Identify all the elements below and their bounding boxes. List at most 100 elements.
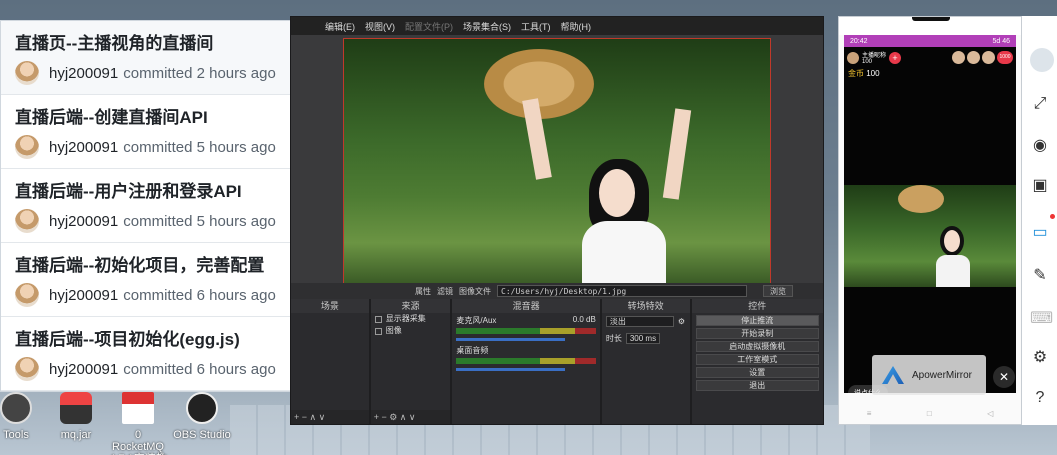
menu-help[interactable]: 帮助(H): [561, 20, 592, 33]
commit-title[interactable]: 直播后端--项目初始化(egg.js): [15, 329, 317, 351]
home-icon[interactable]: □: [927, 409, 932, 423]
menu-icon[interactable]: ≡: [867, 409, 872, 423]
obs-icon: [186, 392, 218, 424]
commit-item[interactable]: 直播后端--创建直播间API hyj200091 committed 5 hou…: [1, 95, 317, 169]
arm: [662, 108, 692, 200]
commit-time: committed 6 hours ago: [123, 360, 276, 378]
phone-top-bar: [839, 17, 1021, 35]
volume-slider[interactable]: [456, 338, 566, 341]
menu-scene-collection[interactable]: 场景集合(S): [463, 20, 511, 33]
commit-item[interactable]: 直播后端--项目初始化(egg.js) hyj200091 committed …: [1, 317, 317, 391]
start-virtual-camera-button[interactable]: 启动虚拟摄像机: [695, 341, 820, 352]
commit-title[interactable]: 直播后端--初始化项目，完善配置: [15, 255, 317, 277]
commit-author[interactable]: hyj200091: [49, 213, 118, 230]
settings-button[interactable]: 设置: [695, 367, 820, 378]
commit-title[interactable]: 直播后端--创建直播间API: [15, 107, 317, 129]
desktop-icon-label: mq.jar: [60, 429, 92, 441]
properties-button[interactable]: 属性: [415, 286, 431, 297]
commit-time: committed 2 hours ago: [123, 64, 276, 82]
commit-author[interactable]: hyj200091: [49, 65, 118, 82]
fullscreen-icon[interactable]: ⤢: [1030, 94, 1050, 114]
close-icon[interactable]: ✕: [993, 366, 1015, 388]
gear-icon[interactable]: ⚙: [678, 317, 685, 326]
commit-title[interactable]: 直播页--主播视角的直播间: [15, 33, 317, 55]
dock-title: 来源: [370, 299, 451, 313]
volume-slider[interactable]: [456, 368, 566, 371]
dock-title: 混音器: [452, 299, 600, 313]
back-icon[interactable]: ◁: [987, 409, 993, 423]
commit-author[interactable]: hyj200091: [49, 361, 118, 378]
image-path-field[interactable]: C:/Users/hyj/Desktop/1.jpg: [497, 285, 747, 297]
obs-window: 编辑(E) 视图(V) 配置文件(P) 场景集合(S) 工具(T) 帮助(H) …: [290, 16, 824, 425]
stop-streaming-button[interactable]: 停止推流: [695, 315, 820, 326]
commit-meta: hyj200091 committed 5 hours ago: [15, 135, 317, 159]
menu-tools[interactable]: 工具(T): [521, 20, 551, 33]
desktop-icon-tools[interactable]: Tools: [0, 392, 46, 441]
duration-row: 时长 300 ms: [602, 330, 690, 347]
obs-preview[interactable]: [291, 35, 823, 297]
help-icon[interactable]: ?: [1030, 388, 1050, 408]
dock-title: 场景: [291, 299, 369, 313]
profile-icon[interactable]: [1030, 48, 1054, 72]
menu-profile[interactable]: 配置文件(P): [405, 20, 453, 33]
commit-time: committed 5 hours ago: [123, 138, 276, 156]
coins-label: 金币: [848, 69, 864, 78]
avatar[interactable]: [15, 283, 39, 307]
dock-title: 转场特效: [601, 299, 690, 313]
viewer-count-badge[interactable]: 1000: [997, 51, 1013, 64]
transitions-dock: 转场特效 淡出 ⚙ 时长 300 ms: [601, 299, 690, 424]
apowermirror-label: ApowerMirror: [912, 369, 973, 381]
viewer-avatar[interactable]: [952, 51, 965, 64]
viewer-avatar[interactable]: [967, 51, 980, 64]
menu-edit[interactable]: 编辑(E): [325, 20, 355, 33]
desktop-icon-label: 0 RocketMQ 4.7.1安装教: [109, 429, 166, 455]
avatar[interactable]: [15, 61, 39, 85]
screenshot-icon[interactable]: ◉: [1030, 136, 1050, 156]
desktop-icon-rocketmq-pdf[interactable]: 0 RocketMQ 4.7.1安装教: [108, 392, 168, 455]
record-icon[interactable]: ▣: [1030, 176, 1050, 196]
transition-row: 淡出 ⚙: [602, 313, 690, 330]
source-item[interactable]: 显示器采集: [371, 313, 451, 325]
dock-footer-add-remove[interactable]: + − ⚙ ∧ ∨: [370, 410, 451, 424]
source-item[interactable]: 图像: [371, 325, 451, 337]
notification-dot: [1050, 214, 1055, 219]
cast-icon[interactable]: ▭: [1030, 223, 1050, 243]
commit-author[interactable]: hyj200091: [49, 287, 118, 304]
desktop-icon-mq-jar[interactable]: mq.jar: [46, 392, 106, 441]
phone-screen[interactable]: 20:42 5d 46 主播昵称 100 + 1000 金币 100: [844, 35, 1016, 393]
commit-item[interactable]: 直播页--主播视角的直播间 hyj200091 committed 2 hour…: [1, 21, 317, 95]
avatar[interactable]: [15, 135, 39, 159]
dock-footer-add-remove[interactable]: + − ∧ ∨: [291, 410, 369, 424]
viewer-avatar[interactable]: [982, 51, 995, 64]
duration-input[interactable]: 300 ms: [625, 333, 661, 344]
transition-select[interactable]: 淡出: [605, 316, 674, 327]
brush-icon[interactable]: ✎: [1030, 266, 1050, 286]
start-recording-button[interactable]: 开始录制: [695, 328, 820, 339]
pdf-icon: [122, 392, 154, 424]
avatar[interactable]: [15, 357, 39, 381]
host-name: 主播昵称: [862, 53, 887, 59]
apowermirror-overlay[interactable]: ApowerMirror: [872, 355, 986, 395]
filters-button[interactable]: 滤镜: [437, 286, 453, 297]
keyboard-icon[interactable]: ⌨: [1030, 309, 1053, 329]
commit-author[interactable]: hyj200091: [49, 139, 118, 156]
studio-mode-button[interactable]: 工作室模式: [695, 354, 820, 365]
apowermirror-logo: [882, 366, 904, 384]
channel-name: 麦克风/Aux: [456, 316, 497, 325]
commit-item[interactable]: 直播后端--用户注册和登录API hyj200091 committed 5 h…: [1, 169, 317, 243]
avatar[interactable]: [15, 209, 39, 233]
java-icon: [60, 392, 92, 424]
host-avatar[interactable]: [847, 51, 859, 64]
exit-button[interactable]: 退出: [695, 380, 820, 391]
commit-item[interactable]: 直播后端--初始化项目，完善配置 hyj200091 committed 6 h…: [1, 243, 317, 317]
menu-view[interactable]: 视图(V): [365, 20, 395, 33]
preview-image[interactable]: [343, 38, 771, 295]
browse-button[interactable]: 浏览: [763, 285, 793, 297]
source-label: 图像: [385, 326, 402, 335]
commit-title[interactable]: 直播后端--用户注册和登录API: [15, 181, 317, 203]
gear-icon[interactable]: ⚙: [1030, 348, 1050, 368]
straw-hat: [898, 185, 944, 213]
image-icon: [374, 327, 382, 335]
follow-button[interactable]: +: [889, 51, 902, 64]
desktop-icon-obs[interactable]: OBS Studio: [172, 392, 232, 441]
